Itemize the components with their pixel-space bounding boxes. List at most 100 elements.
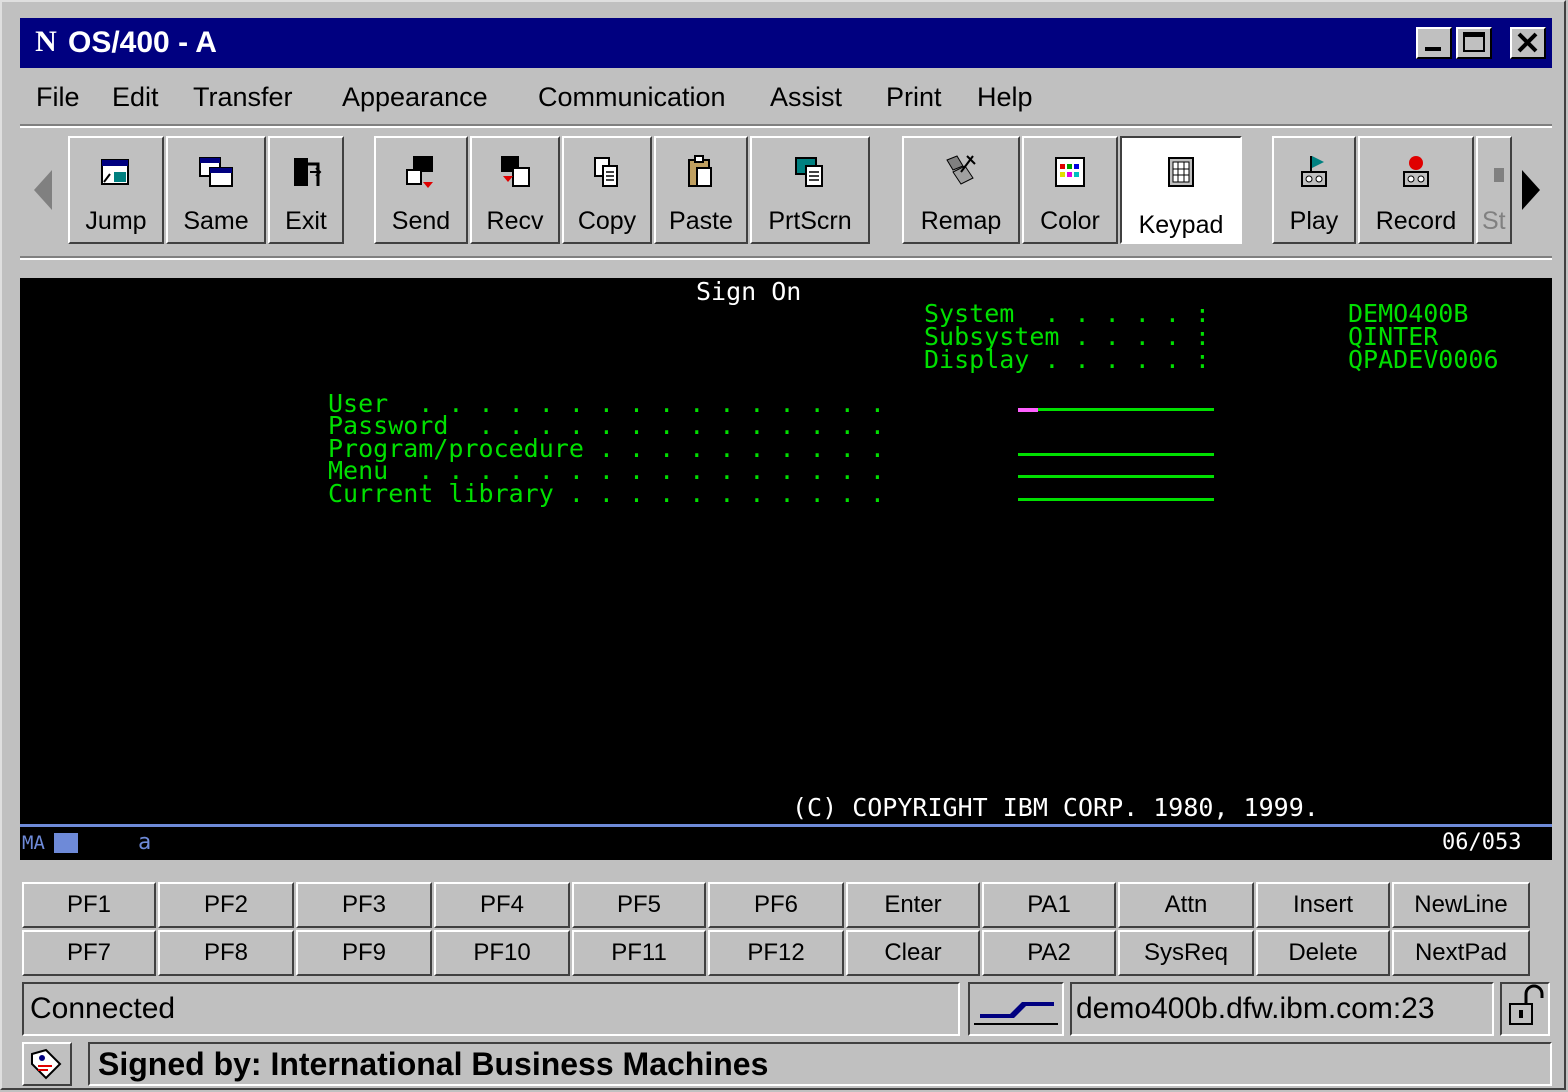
maximize-button[interactable] (1456, 27, 1492, 59)
menu-file[interactable]: File (36, 80, 80, 114)
connection-indicator (968, 982, 1064, 1036)
key-attn[interactable]: Attn (1118, 882, 1254, 928)
password-input[interactable] (1018, 430, 1214, 433)
key-enter[interactable]: Enter (846, 882, 980, 928)
unlocked-padlock-icon (1509, 984, 1544, 1025)
terminal-screen[interactable]: Sign On System . . . . . : DEMO400B Subs… (20, 278, 1552, 824)
minimize-icon (1425, 47, 1441, 51)
toolbar-scroll-left[interactable] (22, 136, 62, 244)
color-icon (1055, 157, 1085, 187)
toolbar-separator (20, 256, 1552, 260)
toolbar-copy-button[interactable]: Copy (562, 136, 652, 244)
menu-transfer[interactable]: Transfer (193, 80, 293, 114)
window-title: OS/400 - A (68, 26, 217, 59)
applet-signature-bar: Signed by: International Business Machin… (20, 1038, 1552, 1088)
key-pf10[interactable]: PF10 (434, 930, 570, 976)
toolbar-record-button[interactable]: Record (1358, 136, 1474, 244)
app-icon: N (35, 25, 57, 58)
toolbar-label: Paste (669, 207, 733, 235)
toolbar-label: Same (183, 207, 249, 235)
toolbar-label: St (1482, 207, 1506, 235)
emulator-window: N OS/400 - A File Edit Transfer Appearan… (0, 0, 1566, 1090)
toolbar-color-button[interactable]: Color (1022, 136, 1118, 244)
key-pf8[interactable]: PF8 (158, 930, 294, 976)
keypad-icon (1168, 157, 1194, 187)
toolbar-send-button[interactable]: Send (374, 136, 468, 244)
toolbar-label: Jump (85, 207, 147, 235)
jump-icon (101, 159, 129, 185)
oia-indicator: MA (22, 832, 45, 854)
paste-icon (688, 155, 712, 187)
toolbar-label: Copy (577, 207, 637, 235)
user-input[interactable] (1018, 408, 1214, 411)
program-procedure-input[interactable] (1018, 453, 1214, 456)
toolbar-remap-button[interactable]: Remap (902, 136, 1020, 244)
function-keypad: PF1 PF2 PF3 PF4 PF5 PF6 Enter PA1 Attn I… (20, 880, 1535, 976)
menu-help[interactable]: Help (977, 80, 1033, 114)
key-pf6[interactable]: PF6 (708, 882, 844, 928)
toolbar-recv-button[interactable]: Recv (470, 136, 560, 244)
menu-print[interactable]: Print (886, 80, 942, 114)
key-pf3[interactable]: PF3 (296, 882, 432, 928)
receive-icon (501, 156, 530, 187)
current-library-label: Current library . . . . . . . . . . . (328, 479, 885, 508)
display-label: Display . . . . . : (924, 345, 1210, 374)
key-pf7[interactable]: PF7 (22, 930, 156, 976)
security-indicator (1500, 982, 1550, 1036)
remap-icon (946, 155, 976, 185)
menu-edit[interactable]: Edit (112, 80, 159, 114)
oia-status-line: MA a 06/053 (20, 824, 1552, 860)
toolbar-paste-button[interactable]: Paste (654, 136, 748, 244)
connection-status: Connected (22, 982, 960, 1036)
certificate-button[interactable] (22, 1042, 72, 1086)
toolbar-label: Color (1040, 207, 1100, 235)
menu-bar: File Edit Transfer Appearance Communicat… (20, 74, 1552, 120)
minimize-button[interactable] (1416, 27, 1452, 59)
toolbar-label: PrtScrn (768, 207, 852, 235)
menu-separator (20, 124, 1552, 128)
key-pa1[interactable]: PA1 (982, 882, 1116, 928)
arrow-right-icon (1522, 170, 1540, 210)
display-value: QPADEV0006 (1348, 345, 1499, 374)
close-button[interactable] (1510, 27, 1546, 59)
certificate-icon (31, 1048, 62, 1080)
toolbar-same-button[interactable]: Same (166, 136, 266, 244)
text-cursor (1018, 408, 1038, 412)
key-sysreq[interactable]: SysReq (1118, 930, 1254, 976)
arrow-left-icon (34, 170, 52, 210)
key-pf12[interactable]: PF12 (708, 930, 844, 976)
key-pf2[interactable]: PF2 (158, 882, 294, 928)
menu-appearance[interactable]: Appearance (342, 80, 488, 114)
menu-communication[interactable]: Communication (538, 80, 726, 114)
key-pf1[interactable]: PF1 (22, 882, 156, 928)
menu-assist[interactable]: Assist (770, 80, 842, 114)
toolbar-exit-button[interactable]: Exit (268, 136, 344, 244)
toolbar-play-button[interactable]: Play (1272, 136, 1356, 244)
key-delete[interactable]: Delete (1256, 930, 1390, 976)
key-pf11[interactable]: PF11 (572, 930, 706, 976)
toolbar-keypad-button[interactable]: Keypad (1120, 136, 1242, 244)
key-pf4[interactable]: PF4 (434, 882, 570, 928)
toolbar-stop-button[interactable]: St (1476, 136, 1512, 244)
current-library-input[interactable] (1018, 498, 1214, 501)
key-pf9[interactable]: PF9 (296, 930, 432, 976)
menu-input[interactable] (1018, 475, 1214, 478)
key-pa2[interactable]: PA2 (982, 930, 1116, 976)
screen-title: Sign On (696, 277, 802, 306)
key-clear[interactable]: Clear (846, 930, 980, 976)
toolbar-scroll-right[interactable] (1512, 136, 1552, 244)
copy-icon (594, 157, 618, 187)
toolbar-label: Remap (920, 207, 1002, 235)
key-nextpad[interactable]: NextPad (1392, 930, 1530, 976)
host-address: demo400b.dfw.ibm.com:23 (1070, 982, 1494, 1036)
key-pf5[interactable]: PF5 (572, 882, 706, 928)
toolbar: Jump Same Exit Send Recv Copy Paste PrtS… (20, 132, 1552, 248)
title-bar[interactable]: N OS/400 - A (20, 18, 1552, 68)
toolbar-label: Recv (486, 207, 544, 235)
same-icon (199, 157, 233, 187)
toolbar-prtscrn-button[interactable]: PrtScrn (750, 136, 870, 244)
key-newline[interactable]: NewLine (1392, 882, 1530, 928)
exit-icon (294, 158, 322, 186)
toolbar-jump-button[interactable]: Jump (68, 136, 164, 244)
key-insert[interactable]: Insert (1256, 882, 1390, 928)
